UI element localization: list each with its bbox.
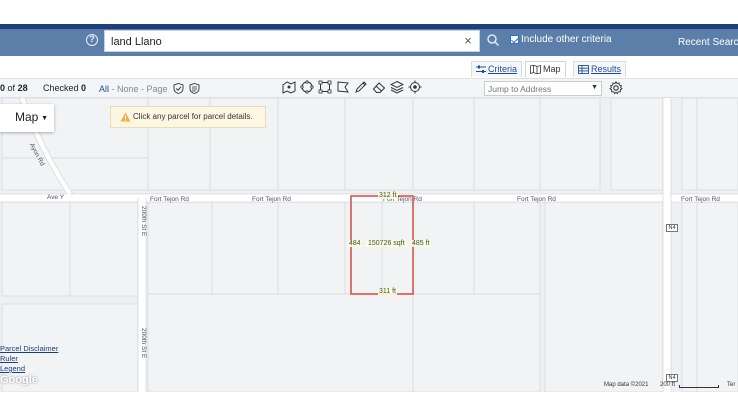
select-page-link[interactable]: Page bbox=[147, 84, 168, 94]
road-label-fort-tejon: Fort Tejon Rd bbox=[517, 196, 556, 203]
road-label-fort-tejon: Fort Tejon Rd bbox=[252, 196, 291, 203]
parcel-dim-right: 485 ft bbox=[411, 240, 431, 247]
recent-search-link[interactable]: Recent Search bbox=[678, 37, 738, 48]
map-canvas[interactable]: Map ▼ Click any parcel for parcel details… bbox=[0, 98, 738, 392]
table-icon bbox=[578, 65, 589, 74]
include-other-checkbox[interactable] bbox=[510, 35, 519, 44]
map-links: Parcel Disclaimer Ruler Legend bbox=[0, 344, 58, 374]
jump-to-address-input[interactable] bbox=[488, 83, 588, 95]
sliders-icon bbox=[476, 65, 486, 73]
parcel-hint: Click any parcel for parcel details. bbox=[110, 106, 266, 128]
select-separator-1: - bbox=[109, 84, 118, 94]
select-all-link[interactable]: All bbox=[99, 84, 109, 94]
warning-icon bbox=[120, 112, 131, 122]
result-count-total: 28 bbox=[17, 83, 28, 93]
search-icon[interactable] bbox=[486, 33, 500, 47]
legend-link[interactable]: Legend bbox=[0, 364, 58, 374]
parcel-dim-bottom: 311 ft bbox=[378, 288, 397, 295]
checked-count: Checked 0 bbox=[43, 83, 86, 93]
road-label-200th-st: 200th St E bbox=[140, 328, 147, 359]
tab-results-label: Results bbox=[591, 64, 622, 74]
terms-link[interactable]: Ter bbox=[727, 382, 735, 388]
rectangle-tool-icon[interactable] bbox=[318, 80, 332, 94]
tab-criteria[interactable]: Criteria bbox=[471, 61, 523, 77]
gear-icon[interactable] bbox=[609, 81, 623, 95]
google-logo: Google bbox=[0, 374, 38, 386]
select-separator-2: - bbox=[138, 84, 147, 94]
result-count-current: 0 bbox=[0, 83, 6, 93]
map-tools bbox=[282, 80, 422, 96]
tab-criteria-label: Criteria bbox=[488, 64, 518, 74]
search-box: × bbox=[104, 30, 480, 52]
parcel-area[interactable]: 150726 sqft bbox=[366, 240, 407, 247]
road-label-200th-st: 200th St E bbox=[140, 206, 147, 237]
navbar: ? × Include other criteria Recent Search bbox=[0, 24, 738, 56]
include-other-label: Include other criteria bbox=[521, 34, 612, 45]
eraser-icon[interactable] bbox=[372, 80, 386, 94]
select-links: All - None - Page bbox=[99, 83, 200, 94]
road-label-fort-tejon: Fort Tejon Rd bbox=[681, 196, 720, 203]
select-none-link[interactable]: None bbox=[117, 84, 139, 94]
result-count-of: of bbox=[7, 83, 16, 93]
road-label-fort-tejon: Fort Tejon Rd bbox=[150, 196, 189, 203]
search-input[interactable] bbox=[111, 34, 451, 50]
top-strip bbox=[0, 0, 738, 24]
clear-icon[interactable]: × bbox=[462, 34, 474, 48]
bottom-strip bbox=[0, 392, 738, 416]
scale-label: 200 ft bbox=[660, 382, 676, 388]
polygon-tool-icon[interactable] bbox=[336, 80, 350, 94]
parcel-dim-left: 484 bbox=[348, 240, 362, 247]
parcel-disclaimer-link[interactable]: Parcel Disclaimer bbox=[0, 344, 58, 354]
tab-map[interactable]: Map bbox=[525, 61, 566, 77]
parcel-dim-top: 312 ft bbox=[378, 192, 398, 199]
checked-label: Checked bbox=[43, 83, 79, 93]
tab-results[interactable]: Results bbox=[573, 61, 627, 77]
locate-icon[interactable] bbox=[408, 80, 422, 94]
highway-shield: N4 bbox=[666, 224, 678, 232]
shield-list-icon[interactable] bbox=[189, 83, 200, 94]
result-count: 0 of 28 bbox=[0, 83, 28, 93]
help-icon[interactable]: ? bbox=[86, 34, 98, 46]
checked-value: 0 bbox=[81, 83, 87, 93]
circle-tool-icon[interactable] bbox=[300, 80, 314, 94]
map-type-label: Map bbox=[15, 110, 39, 124]
road-label-ave-y: Ave Y bbox=[47, 194, 65, 201]
map-icon bbox=[530, 64, 541, 75]
parcel-select-icon[interactable] bbox=[282, 80, 296, 94]
parcel-hint-text: Click any parcel for parcel details. bbox=[133, 112, 253, 121]
view-tabs: Criteria Map Results bbox=[0, 56, 738, 78]
map-attribution: Map data ©2021 bbox=[604, 382, 649, 388]
jump-to-address: ▼ bbox=[484, 81, 602, 96]
layers-icon[interactable] bbox=[390, 80, 404, 94]
ruler-link[interactable]: Ruler bbox=[0, 354, 58, 364]
app-window: ? × Include other criteria Recent Search… bbox=[0, 0, 738, 416]
pencil-icon[interactable] bbox=[354, 80, 368, 94]
results-toolbar: 0 of 28 Checked 0 All - None - Page ▼ bbox=[0, 78, 738, 98]
caret-down-icon: ▼ bbox=[41, 115, 48, 122]
scale-bar bbox=[679, 385, 719, 388]
map-type-select[interactable]: Map ▼ bbox=[0, 104, 54, 132]
tab-map-label: Map bbox=[543, 64, 561, 74]
shield-check-icon[interactable] bbox=[173, 83, 184, 94]
highway-shield: N4 bbox=[666, 374, 678, 382]
dropdown-arrow-icon[interactable]: ▼ bbox=[591, 84, 598, 91]
